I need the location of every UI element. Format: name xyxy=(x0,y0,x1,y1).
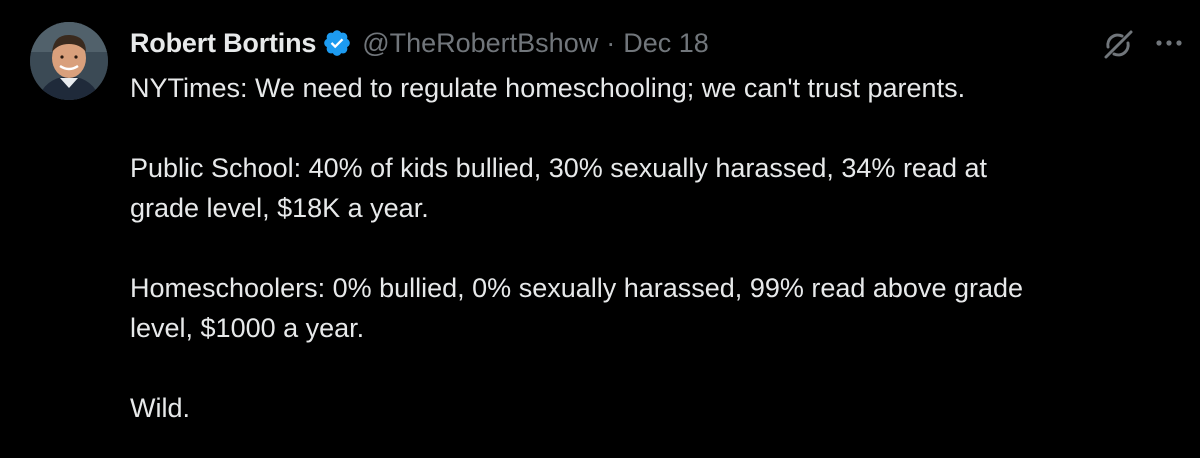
author-handle[interactable]: @TheRobertBshow xyxy=(362,28,598,59)
tweet-paragraph-4: Wild. xyxy=(130,393,190,423)
separator-dot: · xyxy=(606,27,616,58)
verified-badge-icon[interactable] xyxy=(322,28,352,58)
avatar[interactable] xyxy=(30,22,108,100)
avatar-image xyxy=(30,22,108,100)
tweet-text: NYTimes: We need to regulate homeschooli… xyxy=(130,68,1170,428)
tweet-paragraph-3-line-2: level, $1000 a year. xyxy=(130,313,365,343)
author-display-name[interactable]: Robert Bortins xyxy=(130,28,316,59)
more-icon[interactable] xyxy=(1152,31,1186,55)
tweet-paragraph-2-line-1: Public School: 40% of kids bullied, 30% … xyxy=(130,153,987,183)
grok-icon[interactable] xyxy=(1100,27,1136,63)
tweet-paragraph-3-line-1: Homeschoolers: 0% bullied, 0% sexually h… xyxy=(130,273,1024,303)
tweet-date[interactable]: Dec 18 xyxy=(623,28,709,59)
tweet-paragraph-1: NYTimes: We need to regulate homeschooli… xyxy=(130,73,966,103)
tweet-paragraph-2-line-2: grade level, $18K a year. xyxy=(130,193,429,223)
tweet[interactable]: Robert Bortins @TheRobertBshow · Dec 18 … xyxy=(0,0,1200,458)
tweet-header: Robert Bortins @TheRobertBshow · Dec 18 xyxy=(130,25,709,61)
